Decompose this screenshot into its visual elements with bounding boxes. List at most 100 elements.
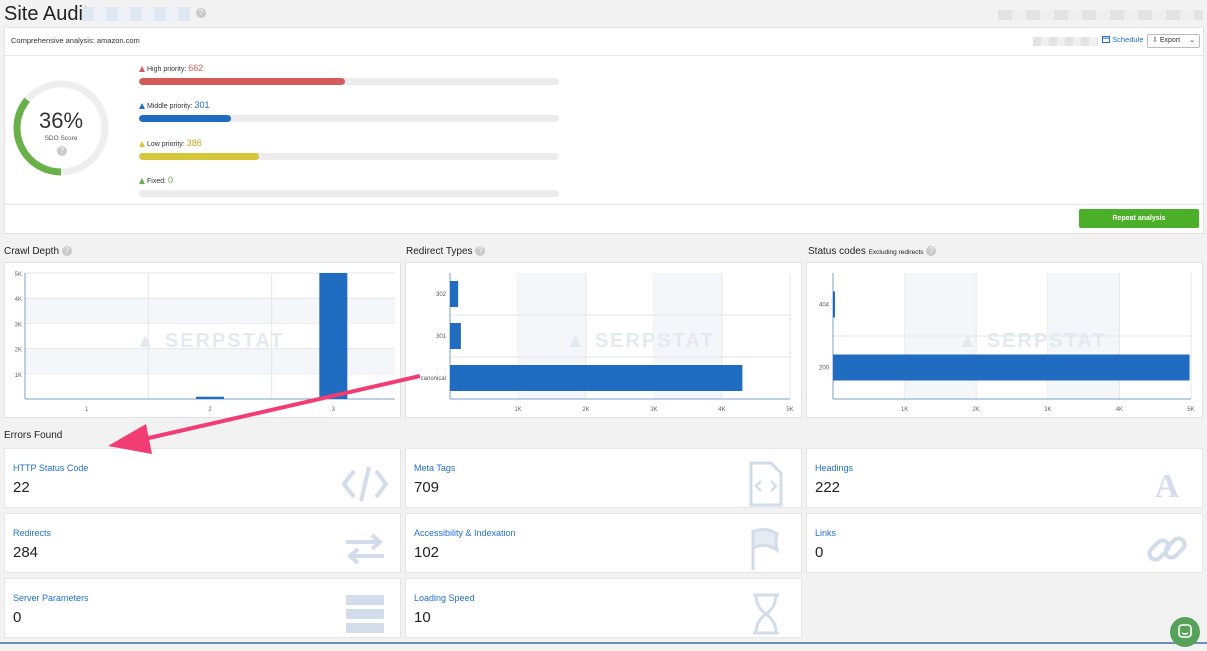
score-help-icon[interactable]: ?	[57, 146, 67, 156]
high-priority-count: 662	[188, 63, 204, 73]
y-tick-label: 200	[819, 366, 830, 372]
y-tick-label: 3K	[15, 322, 22, 328]
bar	[450, 323, 461, 349]
error-category-link[interactable]: HTTP Status Code	[13, 463, 88, 473]
bar	[196, 396, 224, 399]
bar	[450, 281, 459, 307]
error-card-meta-tags[interactable]: Meta Tags 709	[405, 448, 802, 508]
watermark: ▲ SERPSTAT	[135, 330, 284, 352]
error-card-links[interactable]: Links 0	[806, 513, 1203, 573]
low-priority-bar	[139, 153, 559, 160]
repeat-analysis-button[interactable]: Repeat analysis	[1079, 209, 1199, 228]
schedule-label: Schedule	[1112, 35, 1144, 44]
svg-text:A: A	[1155, 468, 1180, 505]
bar	[833, 291, 835, 318]
middle-priority-bar	[139, 115, 559, 122]
x-tick-label: 2	[208, 407, 212, 413]
export-button[interactable]: ⇩ Export ⌄	[1147, 34, 1200, 48]
help-icon[interactable]: ?	[475, 246, 486, 257]
warning-icon	[139, 178, 145, 184]
y-tick-label: 301	[436, 334, 447, 340]
fixed-bar	[139, 190, 559, 197]
x-tick-label: 1K	[514, 407, 521, 413]
y-tick-label: 5K	[15, 272, 22, 278]
y-tick-label: 2K	[15, 348, 22, 354]
bar	[833, 354, 1190, 381]
fixed[interactable]: Fixed: 0	[139, 174, 559, 197]
error-count: 0	[13, 609, 22, 626]
error-category-link[interactable]: Loading Speed	[414, 593, 475, 603]
error-category-link[interactable]: Links	[815, 528, 836, 538]
error-card-accessibility-indexation[interactable]: Accessibility & Indexation 102	[405, 513, 802, 573]
error-category-link[interactable]: Server Parameters	[13, 593, 89, 603]
bar	[450, 365, 743, 391]
error-count: 0	[815, 544, 824, 561]
redirect-types-title: Redirect Types ?	[406, 246, 486, 257]
error-card-headings[interactable]: A Headings 222	[806, 448, 1203, 508]
high-priority[interactable]: High priority: 662	[139, 62, 559, 85]
download-icon: ⇩	[1152, 37, 1158, 44]
schedule-link[interactable]: Schedule	[1102, 35, 1143, 44]
error-count: 709	[414, 479, 440, 496]
warning-icon	[139, 141, 145, 147]
x-tick-label: 3	[332, 407, 336, 413]
error-card-loading-speed[interactable]: Loading Speed 10	[405, 578, 802, 638]
score-value: 36%	[38, 108, 84, 133]
crawl-depth-title: Crawl Depth ?	[4, 246, 72, 257]
error-count: 222	[815, 479, 841, 496]
errors-found-title: Errors Found	[4, 430, 63, 441]
link-icon	[1147, 536, 1187, 562]
flag-icon	[751, 527, 780, 570]
bar	[319, 273, 348, 399]
error-card-http-status-code[interactable]: HTTP Status Code 22	[4, 448, 401, 508]
error-category-link[interactable]: Meta Tags	[414, 463, 455, 473]
hourglass-icon	[753, 593, 779, 635]
status-codes-chart: 1K 2K 3K 4K 5K ▲ SERPSTAT 404 200	[806, 262, 1203, 418]
low-priority[interactable]: Low priority: 386	[139, 137, 559, 160]
redirect-types-chart: 1K 2K 3K 4K 5K ▲ SERPSTAT 302 301 canonical	[405, 262, 802, 418]
x-tick-label: 3K	[1044, 407, 1051, 413]
chat-icon	[1178, 624, 1192, 638]
project-name-redacted	[82, 7, 190, 21]
chevron-down-icon: ⌄	[1189, 37, 1195, 44]
error-count: 102	[414, 544, 440, 561]
summary-header: Comprehensive analysis: amazon.com Sched…	[5, 28, 1203, 56]
help-icon[interactable]: ?	[926, 246, 937, 257]
error-card-redirects[interactable]: Redirects 284	[4, 513, 401, 573]
analysis-label: Comprehensive analysis: amazon.com	[11, 36, 140, 45]
x-tick-label: 2K	[582, 407, 589, 413]
warning-icon	[139, 66, 145, 72]
x-tick-label: 5K	[1187, 407, 1194, 413]
error-category-link[interactable]: Headings	[815, 463, 853, 473]
x-tick-label: 3K	[650, 407, 657, 413]
export-label: Export	[1159, 37, 1181, 44]
error-count: 22	[13, 479, 30, 496]
middle-priority-count: 301	[194, 100, 210, 110]
error-category-link[interactable]: Redirects	[13, 528, 51, 538]
watermark: ▲ SERPSTAT	[565, 330, 714, 352]
fixed-count: 0	[168, 175, 174, 185]
arrows-icon	[346, 533, 384, 565]
heading-icon: A	[1155, 468, 1180, 505]
y-tick-label: 302	[436, 292, 447, 298]
high-priority-bar	[139, 78, 559, 85]
help-icon[interactable]: ?	[196, 8, 206, 18]
help-icon[interactable]: ?	[61, 246, 72, 257]
file-code-icon	[749, 461, 783, 507]
account-info-redacted	[998, 10, 1203, 20]
summary-card: Comprehensive analysis: amazon.com Sched…	[4, 27, 1204, 234]
redacted-text	[1033, 37, 1098, 46]
chat-button[interactable]	[1170, 617, 1200, 647]
error-category-link[interactable]: Accessibility & Indexation	[414, 528, 516, 538]
error-card-server-parameters[interactable]: Server Parameters 0	[4, 578, 401, 638]
server-icon	[346, 595, 384, 633]
middle-priority[interactable]: Middle priority: 301	[139, 99, 559, 122]
low-priority-count: 386	[186, 138, 202, 148]
y-tick-label: canonical	[421, 376, 446, 382]
page-title: Site Audit	[4, 3, 89, 25]
status-codes-title: Status codes Excluding redirects ?	[808, 246, 937, 257]
crawl-depth-chart: 1K 2K 3K 4K 5K ▲ SERPSTAT 1 2 3	[4, 262, 401, 418]
watermark: ▲ SERPSTAT	[957, 330, 1106, 352]
y-tick-label: 1K	[15, 373, 22, 379]
x-tick-label: 4K	[1116, 407, 1123, 413]
